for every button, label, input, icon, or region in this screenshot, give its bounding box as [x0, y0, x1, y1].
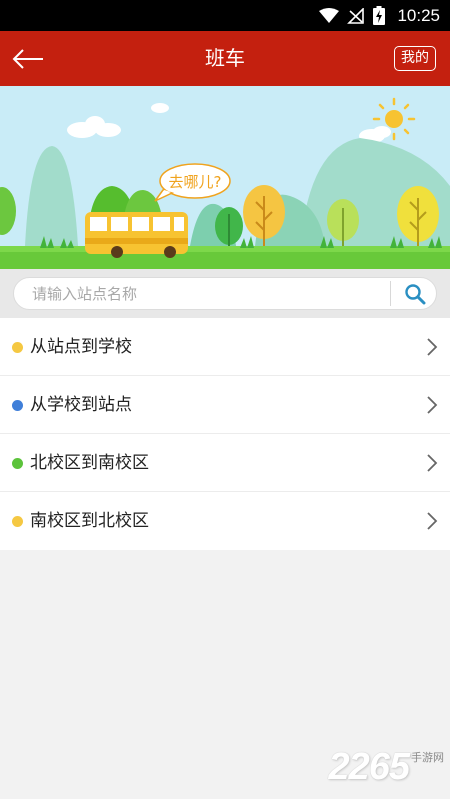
route-item-school-to-station[interactable]: 从学校到站点	[0, 376, 450, 434]
route-item-station-to-school[interactable]: 从站点到学校	[0, 318, 450, 376]
chevron-right-icon	[427, 512, 438, 530]
search-icon	[405, 283, 426, 304]
route-label: 从学校到站点	[30, 395, 132, 415]
watermark-logo: 2265 手游网	[328, 747, 444, 787]
wifi-icon	[319, 7, 340, 23]
bus-icon	[85, 212, 188, 258]
route-label: 从站点到学校	[30, 337, 132, 357]
route-list: 从站点到学校 从学校到站点 北校区到南校区 南校区到北校区	[0, 318, 450, 550]
bubble-text: 去哪儿?	[169, 173, 222, 191]
speech-bubble: 去哪儿?	[154, 163, 231, 202]
route-dot-icon	[12, 516, 23, 527]
chevron-right-icon	[427, 396, 438, 414]
banner-illustration: 去哪儿?	[0, 86, 450, 269]
route-label: 南校区到北校区	[30, 511, 149, 531]
search-bar	[0, 269, 450, 318]
banner-scene: 去哪儿?	[0, 97, 450, 269]
route-dot-icon	[12, 342, 23, 353]
search-divider	[390, 281, 391, 306]
nav-bar: 班车 我的	[0, 31, 450, 86]
search-input[interactable]	[32, 278, 392, 309]
status-time: 10:25	[397, 5, 440, 25]
signal-off-icon	[347, 7, 365, 24]
route-item-north-to-south[interactable]: 北校区到南校区	[0, 434, 450, 492]
search-button[interactable]	[394, 278, 436, 309]
route-dot-icon	[12, 458, 23, 469]
search-box	[13, 277, 437, 310]
page-title: 班车	[205, 46, 245, 70]
route-item-south-to-north[interactable]: 南校区到北校区	[0, 492, 450, 550]
chevron-right-icon	[427, 454, 438, 472]
watermark-text: 手游网	[411, 751, 444, 764]
route-dot-icon	[12, 400, 23, 411]
status-icons: 10:25	[319, 0, 440, 31]
route-label: 北校区到南校区	[30, 453, 149, 473]
status-bar: 10:25	[0, 0, 450, 31]
battery-charging-icon	[373, 6, 386, 25]
mine-button[interactable]: 我的	[394, 46, 436, 71]
watermark-number: 2265	[328, 746, 410, 788]
chevron-right-icon	[427, 338, 438, 356]
